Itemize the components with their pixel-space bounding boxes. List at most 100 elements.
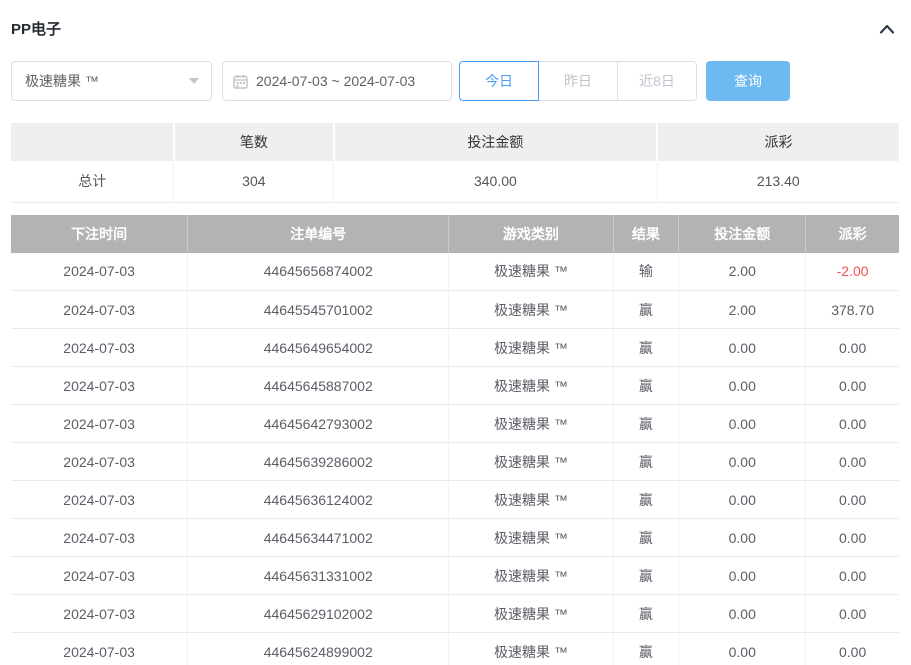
table-cell: 极速糖果 ™ — [449, 291, 613, 329]
table-header-cell: 游戏类别 — [449, 215, 613, 253]
table-cell: 0.00 — [679, 633, 806, 665]
table-cell: 0.00 — [806, 633, 899, 665]
quick-range-group: 今日昨日近8日 — [459, 61, 697, 101]
table-row: 2024-07-0344645629102002极速糖果 ™赢0.000.00 — [11, 595, 899, 633]
filter-bar: 极速糖果 ™ 2024-07-03 ~ 2024-07-03 今日昨日近8日 查… — [11, 61, 900, 101]
summary-header-row: 笔数投注金额派彩 — [11, 123, 899, 161]
table-cell: 44645656874002 — [188, 253, 449, 291]
table-row: 2024-07-0344645639286002极速糖果 ™赢0.000.00 — [11, 443, 899, 481]
table-cell: 0.00 — [679, 557, 806, 595]
table-cell: 2024-07-03 — [11, 291, 188, 329]
table-cell: 0.00 — [806, 557, 899, 595]
table-cell: 极速糖果 ™ — [449, 443, 613, 481]
table-cell: 44645629102002 — [188, 595, 449, 633]
table-cell: 2024-07-03 — [11, 481, 188, 519]
table-cell: 44645631331002 — [188, 557, 449, 595]
table-cell: 输 — [613, 253, 679, 291]
table-cell: 2024-07-03 — [11, 367, 188, 405]
table-cell: 赢 — [613, 405, 679, 443]
table-row: 2024-07-0344645645887002极速糖果 ™赢0.000.00 — [11, 367, 899, 405]
bet-records-table: 下注时间注单编号游戏类别结果投注金额派彩 2024-07-03446456568… — [11, 215, 899, 665]
table-cell: 2024-07-03 — [11, 329, 188, 367]
summary-cell: 213.40 — [657, 161, 899, 202]
table-cell: 44645634471002 — [188, 519, 449, 557]
page-title: PP电子 — [11, 18, 61, 39]
table-cell: 赢 — [613, 291, 679, 329]
table-cell: 378.70 — [806, 291, 899, 329]
table-cell: 44645649654002 — [188, 329, 449, 367]
table-cell: 0.00 — [806, 595, 899, 633]
date-range-value: 2024-07-03 ~ 2024-07-03 — [256, 73, 415, 89]
table-cell: -2.00 — [806, 253, 899, 291]
table-cell: 极速糖果 ™ — [449, 557, 613, 595]
table-cell: 0.00 — [679, 405, 806, 443]
table-cell: 2024-07-03 — [11, 595, 188, 633]
table-row: 2024-07-0344645656874002极速糖果 ™输2.00-2.00 — [11, 253, 899, 291]
table-cell: 0.00 — [806, 519, 899, 557]
table-header-cell: 注单编号 — [188, 215, 449, 253]
table-cell: 2024-07-03 — [11, 519, 188, 557]
table-cell: 赢 — [613, 633, 679, 665]
table-row: 2024-07-0344645649654002极速糖果 ™赢0.000.00 — [11, 329, 899, 367]
game-select-value: 极速糖果 ™ — [25, 71, 99, 91]
summary-header-cell: 投注金额 — [334, 123, 657, 161]
table-cell: 极速糖果 ™ — [449, 595, 613, 633]
table-cell: 赢 — [613, 519, 679, 557]
table-header-cell: 派彩 — [806, 215, 899, 253]
table-cell: 赢 — [613, 329, 679, 367]
table-cell: 0.00 — [679, 329, 806, 367]
chevron-down-icon — [189, 78, 199, 84]
table-header-cell: 结果 — [613, 215, 679, 253]
summary-total-row: 总计304340.00213.40 — [11, 161, 899, 202]
table-cell: 44645636124002 — [188, 481, 449, 519]
table-cell: 0.00 — [679, 481, 806, 519]
table-cell: 极速糖果 ™ — [449, 329, 613, 367]
table-cell: 0.00 — [679, 367, 806, 405]
table-row: 2024-07-0344645624899002极速糖果 ™赢0.000.00 — [11, 633, 899, 665]
quick-range-button-3[interactable]: 近8日 — [617, 61, 697, 101]
table-cell: 0.00 — [806, 443, 899, 481]
date-range-picker[interactable]: 2024-07-03 ~ 2024-07-03 — [222, 61, 452, 101]
table-cell: 44645545701002 — [188, 291, 449, 329]
table-header-row: 下注时间注单编号游戏类别结果投注金额派彩 — [11, 215, 899, 253]
table-cell: 0.00 — [806, 367, 899, 405]
query-button[interactable]: 查询 — [706, 61, 790, 101]
game-select[interactable]: 极速糖果 ™ — [11, 61, 212, 101]
table-cell: 极速糖果 ™ — [449, 633, 613, 665]
table-body: 2024-07-0344645656874002极速糖果 ™输2.00-2.00… — [11, 253, 899, 665]
table-cell: 0.00 — [806, 329, 899, 367]
table-cell: 44645645887002 — [188, 367, 449, 405]
table-cell: 2024-07-03 — [11, 443, 188, 481]
table-cell: 极速糖果 ™ — [449, 367, 613, 405]
table-row: 2024-07-0344645545701002极速糖果 ™赢2.00378.7… — [11, 291, 899, 329]
table-cell: 赢 — [613, 367, 679, 405]
summary-cell: 304 — [174, 161, 334, 202]
table-cell: 2024-07-03 — [11, 557, 188, 595]
table-cell: 0.00 — [679, 519, 806, 557]
table-cell: 极速糖果 ™ — [449, 253, 613, 291]
summary-cell: 340.00 — [334, 161, 657, 202]
table-cell: 极速糖果 ™ — [449, 481, 613, 519]
table-cell: 0.00 — [679, 443, 806, 481]
collapse-button[interactable] — [877, 21, 897, 37]
table-header-cell: 下注时间 — [11, 215, 188, 253]
table-cell: 极速糖果 ™ — [449, 519, 613, 557]
calendar-icon — [233, 74, 248, 89]
table-cell: 2024-07-03 — [11, 253, 188, 291]
table-row: 2024-07-0344645636124002极速糖果 ™赢0.000.00 — [11, 481, 899, 519]
pp-games-panel: PP电子 极速糖果 ™ — [0, 0, 911, 665]
quick-range-button-1[interactable]: 今日 — [459, 61, 539, 101]
quick-range-button-2[interactable]: 昨日 — [538, 61, 618, 101]
table-cell: 赢 — [613, 557, 679, 595]
table-cell: 0.00 — [679, 595, 806, 633]
table-cell: 极速糖果 ™ — [449, 405, 613, 443]
table-cell: 44645642793002 — [188, 405, 449, 443]
table-row: 2024-07-0344645642793002极速糖果 ™赢0.000.00 — [11, 405, 899, 443]
table-cell: 赢 — [613, 443, 679, 481]
summary-table: 笔数投注金额派彩 总计304340.00213.40 — [11, 123, 899, 203]
table-cell: 2024-07-03 — [11, 405, 188, 443]
summary-header-cell: 笔数 — [174, 123, 334, 161]
table-row: 2024-07-0344645631331002极速糖果 ™赢0.000.00 — [11, 557, 899, 595]
table-cell: 0.00 — [806, 405, 899, 443]
table-cell: 0.00 — [806, 481, 899, 519]
